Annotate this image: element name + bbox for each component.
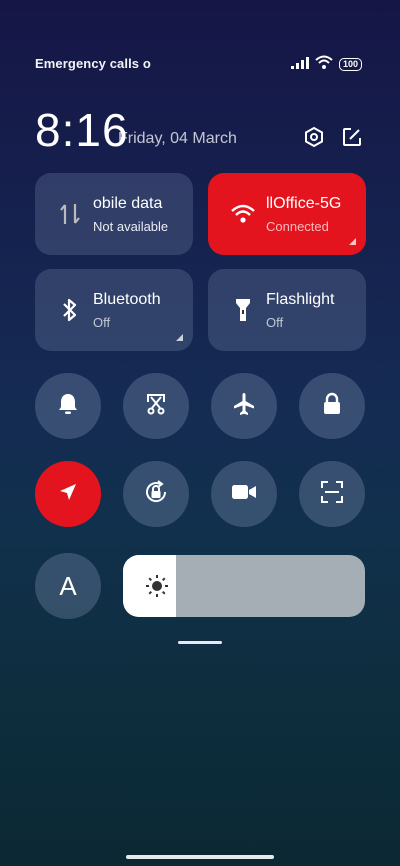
panel-drag-handle[interactable] <box>178 641 222 644</box>
mobile-data-status: Not available <box>93 219 169 234</box>
scanner-toggle[interactable] <box>299 461 365 527</box>
flashlight-status: Off <box>266 315 284 330</box>
mobile-data-tile[interactable]: obile data Not available <box>35 173 193 255</box>
location-toggle[interactable] <box>35 461 101 527</box>
rotation-lock-icon <box>143 479 169 510</box>
status-icons: 100 <box>290 55 362 74</box>
lock-icon <box>322 392 342 421</box>
date: Friday, 04 March <box>118 130 237 147</box>
mobile-data-title: obile data <box>93 195 163 212</box>
clock: 8:16 <box>35 104 129 156</box>
screen-recorder-toggle[interactable] <box>211 461 277 527</box>
bluetooth-tile[interactable]: Bluetooth Off <box>35 269 193 351</box>
sun-icon <box>145 574 169 598</box>
edit-icon[interactable] <box>339 124 365 150</box>
video-camera-icon <box>231 483 257 506</box>
bluetooth-title: Bluetooth <box>93 291 161 308</box>
scan-icon <box>320 480 344 509</box>
wifi-status: Connected <box>266 219 329 234</box>
status-carrier-text: Emergency calls o <box>35 56 151 71</box>
rotation-lock-toggle[interactable] <box>123 461 189 527</box>
airplane-mode-toggle[interactable] <box>211 373 277 439</box>
bluetooth-status: Off <box>93 315 111 330</box>
flashlight-title: Flashlight <box>266 291 335 308</box>
signal-icon <box>290 56 309 74</box>
wifi-status-icon <box>315 55 333 74</box>
wifi-expand-corner[interactable] <box>349 238 356 245</box>
brightness-slider[interactable] <box>123 555 365 617</box>
wifi-icon <box>230 201 256 227</box>
mobile-data-icon <box>57 201 83 227</box>
bluetooth-expand-corner[interactable] <box>176 334 183 341</box>
bell-icon <box>57 392 79 421</box>
home-indicator[interactable] <box>126 855 274 859</box>
screenshot-scissors-icon <box>144 392 168 421</box>
airplane-icon <box>231 391 257 422</box>
bluetooth-icon <box>57 297 83 323</box>
battery-indicator: 100 <box>338 58 362 71</box>
wifi-network-name: llOffice-5G <box>266 195 342 212</box>
screenshot-toggle[interactable] <box>123 373 189 439</box>
flashlight-tile[interactable]: Flashlight Off <box>208 269 366 351</box>
auto-brightness-button[interactable]: A <box>35 553 101 619</box>
wifi-tile[interactable]: llOffice-5G Connected <box>208 173 366 255</box>
auto-brightness-label: A <box>59 570 77 601</box>
location-icon <box>57 481 79 508</box>
sound-toggle[interactable] <box>35 373 101 439</box>
lock-screen-toggle[interactable] <box>299 373 365 439</box>
flashlight-icon <box>230 297 256 323</box>
settings-icon[interactable] <box>301 124 327 150</box>
